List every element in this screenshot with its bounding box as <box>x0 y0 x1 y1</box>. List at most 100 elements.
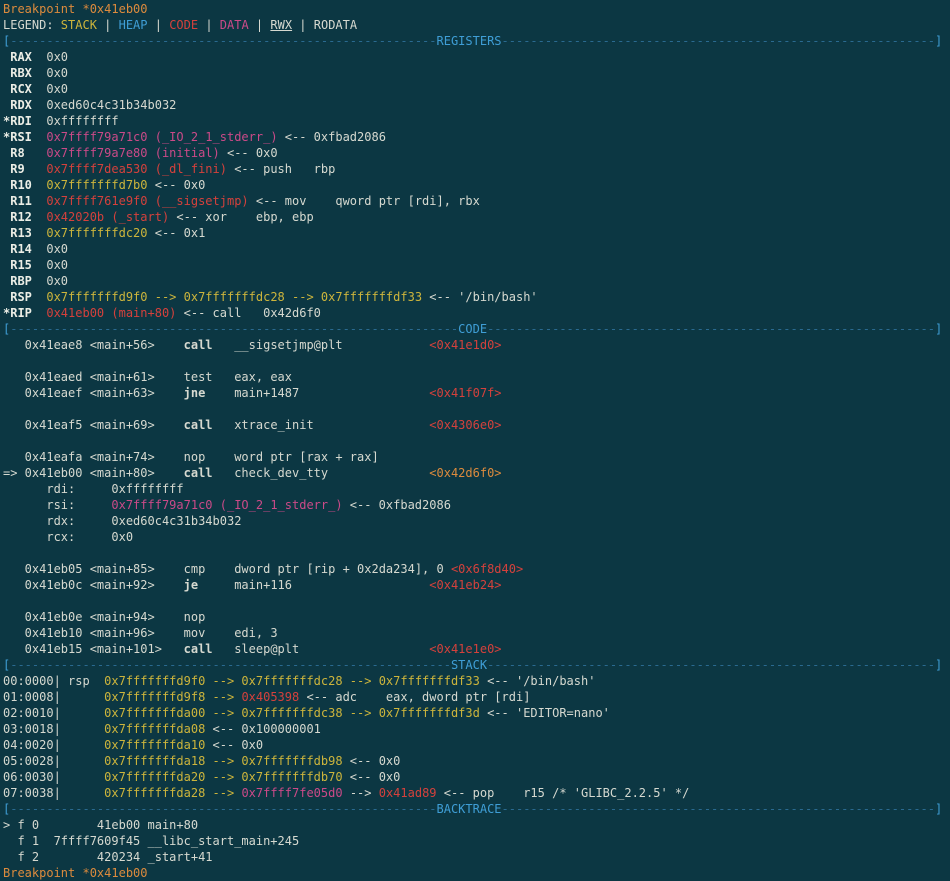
blank-line <box>3 353 950 369</box>
text-segment: STACK <box>61 18 97 32</box>
text-segment: 0xffffffff <box>111 482 183 496</box>
terminal-output[interactable]: Breakpoint *0x41eb00LEGEND: STACK | HEAP… <box>0 0 950 881</box>
separator-bracket: ] <box>935 322 942 336</box>
register-row-rsp: RSP 0x7fffffffd9f0 --> 0x7fffffffdc28 --… <box>3 289 950 305</box>
text-segment: 0x41eb15 <main+101> <box>3 642 184 656</box>
text-segment: <-- 0x1 <box>148 226 206 240</box>
register-row-rdi: *RDI 0xffffffff <box>3 113 950 129</box>
text-segment: <-- 'EDITOR=nano' <box>480 706 610 720</box>
text-segment: 00:0000| rsp <box>3 674 104 688</box>
text-segment: 0x405398 <box>241 690 299 704</box>
text-segment: xtrace_init <box>213 418 430 432</box>
text-segment: R15 <box>3 258 46 272</box>
text-segment: 0x7fffffffda20 --> 0x7fffffffdb70 <box>104 770 342 784</box>
text-segment: check_dev_tty <box>213 466 430 480</box>
text-segment: rsi: <box>3 498 111 512</box>
text-segment: 0x7ffff7fe05d0 <box>241 786 342 800</box>
text-segment: 05:0028| <box>3 754 104 768</box>
text-segment: RAX <box>3 50 46 64</box>
text-segment: 0x7fffffffd9f0 --> 0x7fffffffdc28 --> 0x… <box>104 674 480 688</box>
text-segment: call <box>184 466 213 480</box>
text-segment: <-- 0x100000001 <box>205 722 321 736</box>
text-segment: 0x7fffffffda28 --> <box>104 786 241 800</box>
text-segment: 03:0018| <box>3 722 104 736</box>
text-segment: R8 <box>3 146 46 160</box>
text-segment: <-- push rbp <box>227 162 335 176</box>
text-segment: 0x0 <box>46 66 68 80</box>
register-row-r13: R13 0x7fffffffdc20 <-- 0x1 <box>3 225 950 241</box>
text-segment: <0x41eb24> <box>429 578 501 592</box>
blank-line <box>3 593 950 609</box>
text-segment: *RIP <box>3 306 46 320</box>
stack-row-00: 00:0000| rsp 0x7fffffffd9f0 --> 0x7fffff… <box>3 673 950 689</box>
separator-dashes: ----------------------------------------… <box>10 658 451 672</box>
register-row-rsi: *RSI 0x7ffff79a71c0 (_IO_2_1_stderr_) <-… <box>3 129 950 145</box>
text-segment: rdi: <box>3 482 111 496</box>
text-segment: main+1487 <box>205 386 429 400</box>
text-segment: 0x41eae8 <main+56> <box>3 338 184 352</box>
text-segment: <-- 0x0 <box>205 738 263 752</box>
text-segment: <0x41e1e0> <box>429 642 501 656</box>
code-arg-line-rdi: rdi: 0xffffffff <box>3 481 950 497</box>
text-segment: 0x7fffffffda08 <box>104 722 205 736</box>
text-segment: *RDI <box>3 114 46 128</box>
text-segment: nop <box>184 450 206 464</box>
text-segment: 0x41eafa <main+74> <box>3 450 184 464</box>
text-segment: call <box>184 338 213 352</box>
legend-line: LEGEND: STACK | HEAP | CODE | DATA | RWX… <box>3 17 950 33</box>
text-segment: 0x0 <box>111 530 133 544</box>
blank-line <box>3 433 950 449</box>
backtrace-frame-2: f 2 420234 _start+41 <box>3 849 950 865</box>
separator-dashes: ----------------------------------------… <box>487 658 935 672</box>
separator-dashes: ----------------------------------------… <box>502 802 935 816</box>
text-segment: RSP <box>3 290 46 304</box>
text-segment: 0xed60c4c31b34b032 <box>111 514 241 528</box>
text-segment: jne <box>184 386 206 400</box>
text-segment: 0x7ffff7dea530 (_dl_fini) <box>46 162 227 176</box>
stack-row-01: 01:0008| 0x7fffffffd9f8 --> 0x405398 <--… <box>3 689 950 705</box>
register-row-r12: R12 0x42020b (_start) <-- xor ebp, ebp <box>3 209 950 225</box>
text-segment: __sigsetjmp@plt <box>213 338 430 352</box>
text-segment: 06:0030| <box>3 770 104 784</box>
text-segment: => 0x41eb00 <main+80> <box>3 466 184 480</box>
text-segment: 04:0020| <box>3 738 104 752</box>
text-segment: 0x0 <box>46 274 68 288</box>
text-segment: R14 <box>3 242 46 256</box>
register-row-rip: *RIP 0x41eb00 (main+80) <-- call 0x42d6f… <box>3 305 950 321</box>
text-segment: 0xed60c4c31b34b032 <box>46 98 176 112</box>
text-segment: <-- 0x0 <box>343 770 401 784</box>
text-segment: f 1 7ffff7609f45 __libc_start_main+245 <box>3 834 299 848</box>
text-segment: Breakpoint *0x41eb00 <box>3 2 148 16</box>
register-row-rax: RAX 0x0 <box>3 49 950 65</box>
text-segment: 01:0008| <box>3 690 104 704</box>
text-segment: R10 <box>3 178 46 192</box>
register-row-rbx: RBX 0x0 <box>3 65 950 81</box>
text-segment: RBP <box>3 274 46 288</box>
register-row-r11: R11 0x7ffff761e9f0 (__sigsetjmp) <-- mov… <box>3 193 950 209</box>
code-line-main-69: 0x41eaf5 <main+69> call xtrace_init <0x4… <box>3 417 950 433</box>
text-segment: 0x7ffff761e9f0 (__sigsetjmp) <box>46 194 248 208</box>
text-segment: 0x7fffffffda00 --> 0x7fffffffdc38 --> 0x… <box>104 706 480 720</box>
code-arg-line-rcx: rcx: 0x0 <box>3 529 950 545</box>
text-segment: <-- xor ebp, ebp <box>169 210 314 224</box>
text-segment: 0x41eaf5 <main+69> <box>3 418 184 432</box>
separator-stack: [---------------------------------------… <box>3 657 950 673</box>
backtrace-frame-1: f 1 7ffff7609f45 __libc_start_main+245 <box>3 833 950 849</box>
separator-backtrace: [---------------------------------------… <box>3 801 950 817</box>
text-segment: | <box>97 18 119 32</box>
text-segment: 0x0 <box>46 258 68 272</box>
text-segment: <-- mov qword ptr [rdi], rbx <box>249 194 480 208</box>
text-segment: 0x7fffffffd7b0 <box>46 178 147 192</box>
stack-row-02: 02:0010| 0x7fffffffda00 --> 0x7fffffffdc… <box>3 705 950 721</box>
text-segment: 0x42020b (_start) <box>46 210 169 224</box>
text-segment: <-- pop r15 /* 'GLIBC_2.2.5' */ <box>437 786 690 800</box>
text-segment: RBX <box>3 66 46 80</box>
text-segment: RDX <box>3 98 46 112</box>
text-segment: main+116 <box>198 578 429 592</box>
backtrace-frame-0: > f 0 41eb00 main+80 <box>3 817 950 833</box>
text-segment: word ptr [rax + rax] <box>205 450 378 464</box>
text-segment: call <box>184 642 213 656</box>
text-segment: test <box>184 370 213 384</box>
code-line-main-96: 0x41eb10 <main+96> mov edi, 3 <box>3 625 950 641</box>
text-segment: nop <box>184 610 206 624</box>
